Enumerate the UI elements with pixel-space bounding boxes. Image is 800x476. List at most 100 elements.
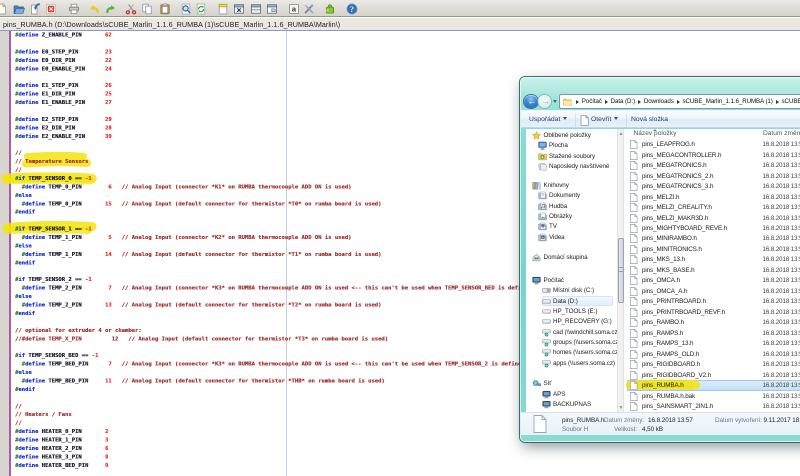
sidebar-item[interactable]: Dokumenty	[538, 191, 581, 201]
paste-icon[interactable]	[159, 3, 171, 15]
file-row[interactable]: pins_MEGACONTROLLER.h16.8.2018 13:57	[627, 150, 800, 160]
sidebar-item[interactable]: Hudba	[538, 201, 568, 211]
sidebar-item[interactable]: Plocha	[538, 141, 568, 151]
file-row[interactable]: pins_MELZI_MAKR3D.h16.8.2018 13:57	[627, 213, 800, 223]
close-file-icon[interactable]	[45, 3, 57, 15]
settings-icon[interactable]	[303, 3, 315, 15]
sidebar-item[interactable]: Místní disk (C:)	[542, 286, 595, 296]
redo-icon[interactable]	[105, 3, 117, 15]
sidebar-item[interactable]: Síť	[532, 379, 552, 389]
file-row[interactable]: pins_MINITRONICS.h16.8.2018 13:57	[627, 244, 800, 254]
sidebar-item[interactable]: apps (\\users.soma.cz) (Z:)	[542, 358, 617, 368]
print-icon[interactable]	[68, 3, 80, 15]
open-folder-icon[interactable]	[13, 3, 25, 15]
file-row[interactable]: pins_RAMPS.h16.8.2018 13:57	[627, 328, 800, 338]
cut-icon[interactable]	[125, 3, 137, 15]
file-row[interactable]: pins_LEAPFROG.h16.8.2018 13:57	[627, 140, 800, 150]
find-icon[interactable]	[180, 3, 192, 15]
scroll-up-icon[interactable]: ▲	[618, 129, 624, 139]
breadcrumb-item[interactable]: sCUBE_Marlin_1.1.6_RUMBA	[781, 98, 800, 105]
sidebar-item[interactable]: Počítač	[532, 275, 564, 285]
sidebar-item[interactable]: BACKUPNAS	[542, 399, 592, 409]
column-header-date[interactable]: Datum změny	[763, 130, 800, 137]
breadcrumb-item[interactable]: Data (D:)	[610, 98, 635, 105]
forward-button[interactable]: →	[538, 95, 552, 109]
file-icon	[630, 297, 638, 306]
new-folder-button[interactable]: Nová složka	[631, 116, 668, 123]
sidebar-item[interactable]: APS	[542, 389, 566, 399]
column-header-name[interactable]: Název položky	[634, 130, 677, 137]
breadcrumb-item[interactable]: sCUBE_Marlin_1.1.6_RUMBA (1)	[682, 98, 773, 105]
new-file-icon[interactable]	[0, 3, 7, 15]
file-row[interactable]: pins_OMCA_A.h16.8.2018 13:57	[627, 286, 800, 296]
file-row[interactable]: pins_RIGIDBOARD.h16.8.2018 13:57	[627, 359, 800, 369]
organize-button[interactable]: Uspořádat	[529, 116, 567, 123]
sidebar-item[interactable]: HP_TOOLS (E:)	[542, 306, 598, 316]
file-row[interactable]: pins_PRINTRBOARD.h16.8.2018 13:57	[627, 297, 800, 307]
file-row[interactable]: pins_MIGHTYBOARD_REVE.h16.8.2018 13:57	[627, 223, 800, 233]
file-row[interactable]: pins_MEGATRONICS_2.h16.8.2018 13:57	[627, 171, 800, 181]
undo-icon[interactable]	[88, 3, 100, 15]
sidebar-scrollbar[interactable]: ▲ ▼	[617, 129, 625, 413]
save-file-icon[interactable]	[29, 3, 41, 15]
help-icon[interactable]: ?	[346, 3, 358, 15]
file-tab[interactable]: pins_RUMBA.h (D:\Downloads\sCUBE_Marlin_…	[3, 20, 340, 29]
network-drive-icon	[542, 359, 551, 368]
sidebar-item[interactable]: HP_RECOVERY (G:)	[542, 317, 612, 327]
file-row[interactable]: pins_RUMBA.h16.8.2018 13:57	[627, 380, 800, 390]
open-button[interactable]: Otevřít	[591, 116, 618, 123]
file-row[interactable]: pins_SAINSMART_2IN1.h16.8.2018 13:57	[627, 401, 800, 411]
copy-icon[interactable]	[141, 3, 153, 15]
file-name: pins_RAMPS.h	[642, 330, 683, 337]
new-note-icon[interactable]	[217, 3, 229, 15]
sidebar-item-label: APS	[553, 391, 565, 398]
sidebar-item[interactable]: TV	[538, 222, 557, 232]
file-row[interactable]: pins_MELZI.h16.8.2018 13:57	[627, 192, 800, 202]
plugin-icon[interactable]	[324, 3, 336, 15]
breadcrumb-item[interactable]: Downloads	[643, 98, 674, 105]
file-row[interactable]: pins_RAMPS_OLD.h16.8.2018 13:57	[627, 349, 800, 359]
sidebar-item[interactable]: Knihovny	[532, 180, 569, 190]
file-row[interactable]: pins_MINIRAMBO.h16.8.2018 13:57	[627, 234, 800, 244]
char-case-icon[interactable]: a	[288, 3, 300, 15]
back-button[interactable]: ←	[524, 95, 538, 109]
sidebar-item[interactable]: homes (\\users.soma.cz)	[542, 348, 617, 358]
homegroup-icon	[532, 253, 541, 262]
close-all-windows-icon[interactable]	[233, 3, 245, 15]
sidebar-item[interactable]: Domácí skupina	[532, 252, 588, 262]
file-row[interactable]: pins_OMCA.h16.8.2018 13:57	[627, 276, 800, 286]
file-date: 16.8.2018 13:57	[763, 277, 800, 284]
downloads-folder-icon	[538, 152, 547, 161]
sidebar-item-label: Obrázky	[549, 213, 572, 220]
sidebar-item[interactable]: cad (\\windchill.soma.cz)	[542, 327, 617, 337]
file-row[interactable]: pins_MKS_13.h16.8.2018 13:57	[627, 255, 800, 265]
details-created-label: Datum vytvoření:	[715, 417, 762, 424]
file-row[interactable]: pins_RAMPS_13.h16.8.2018 13:57	[627, 339, 800, 349]
file-row[interactable]: pins_MELZI_CREALITY.h16.8.2018 13:57	[627, 202, 800, 212]
address-bar[interactable]: Počítač Data (D:) Downloads sCUBE_Marlin_1.…	[559, 94, 800, 109]
file-row[interactable]: pins_RUMBA.h.bak16.8.2018 13:57	[627, 391, 800, 401]
chevron-down-icon	[614, 117, 618, 120]
file-name: pins_LEAPFROG.h	[642, 141, 695, 148]
navigation-pane: Oblíbené položkyPlochaStažené souboryNap…	[526, 129, 617, 413]
scroll-down-icon[interactable]: ▼	[618, 403, 624, 413]
sidebar-item[interactable]: Oblíbené položky	[532, 130, 591, 140]
sidebar-item[interactable]: Data (D:)	[542, 296, 613, 306]
sidebar-item[interactable]: Stažené soubory	[538, 151, 596, 161]
file-row[interactable]: pins_MKS_BASE.h16.8.2018 13:57	[627, 265, 800, 275]
sidebar-item[interactable]: Obrázky	[538, 211, 572, 221]
find-replace-icon[interactable]	[195, 3, 207, 15]
forward-arrow-icon: →	[541, 98, 550, 105]
split-window-icon[interactable]	[250, 3, 262, 15]
new-window-icon[interactable]	[266, 3, 278, 15]
sidebar-item[interactable]: Naposledy navštívené	[538, 161, 610, 171]
file-row[interactable]: pins_MEGATRONICS.h16.8.2018 13:57	[627, 161, 800, 171]
scrollbar-thumb[interactable]	[618, 238, 624, 303]
recent-pages-dropdown[interactable]	[553, 100, 557, 103]
file-row[interactable]: pins_MEGATRONICS_3.h16.8.2018 13:57	[627, 181, 800, 191]
file-row[interactable]: pins_PRINTRBOARD_REVF.h16.8.2018 13:57	[627, 307, 800, 317]
sidebar-item[interactable]: Videa	[538, 232, 565, 242]
file-row[interactable]: pins_RAMBO.h16.8.2018 13:57	[627, 318, 800, 328]
breadcrumb-item[interactable]: Počítač	[581, 98, 602, 105]
sidebar-item[interactable]: groups (\\users.soma.cz)	[542, 337, 617, 347]
